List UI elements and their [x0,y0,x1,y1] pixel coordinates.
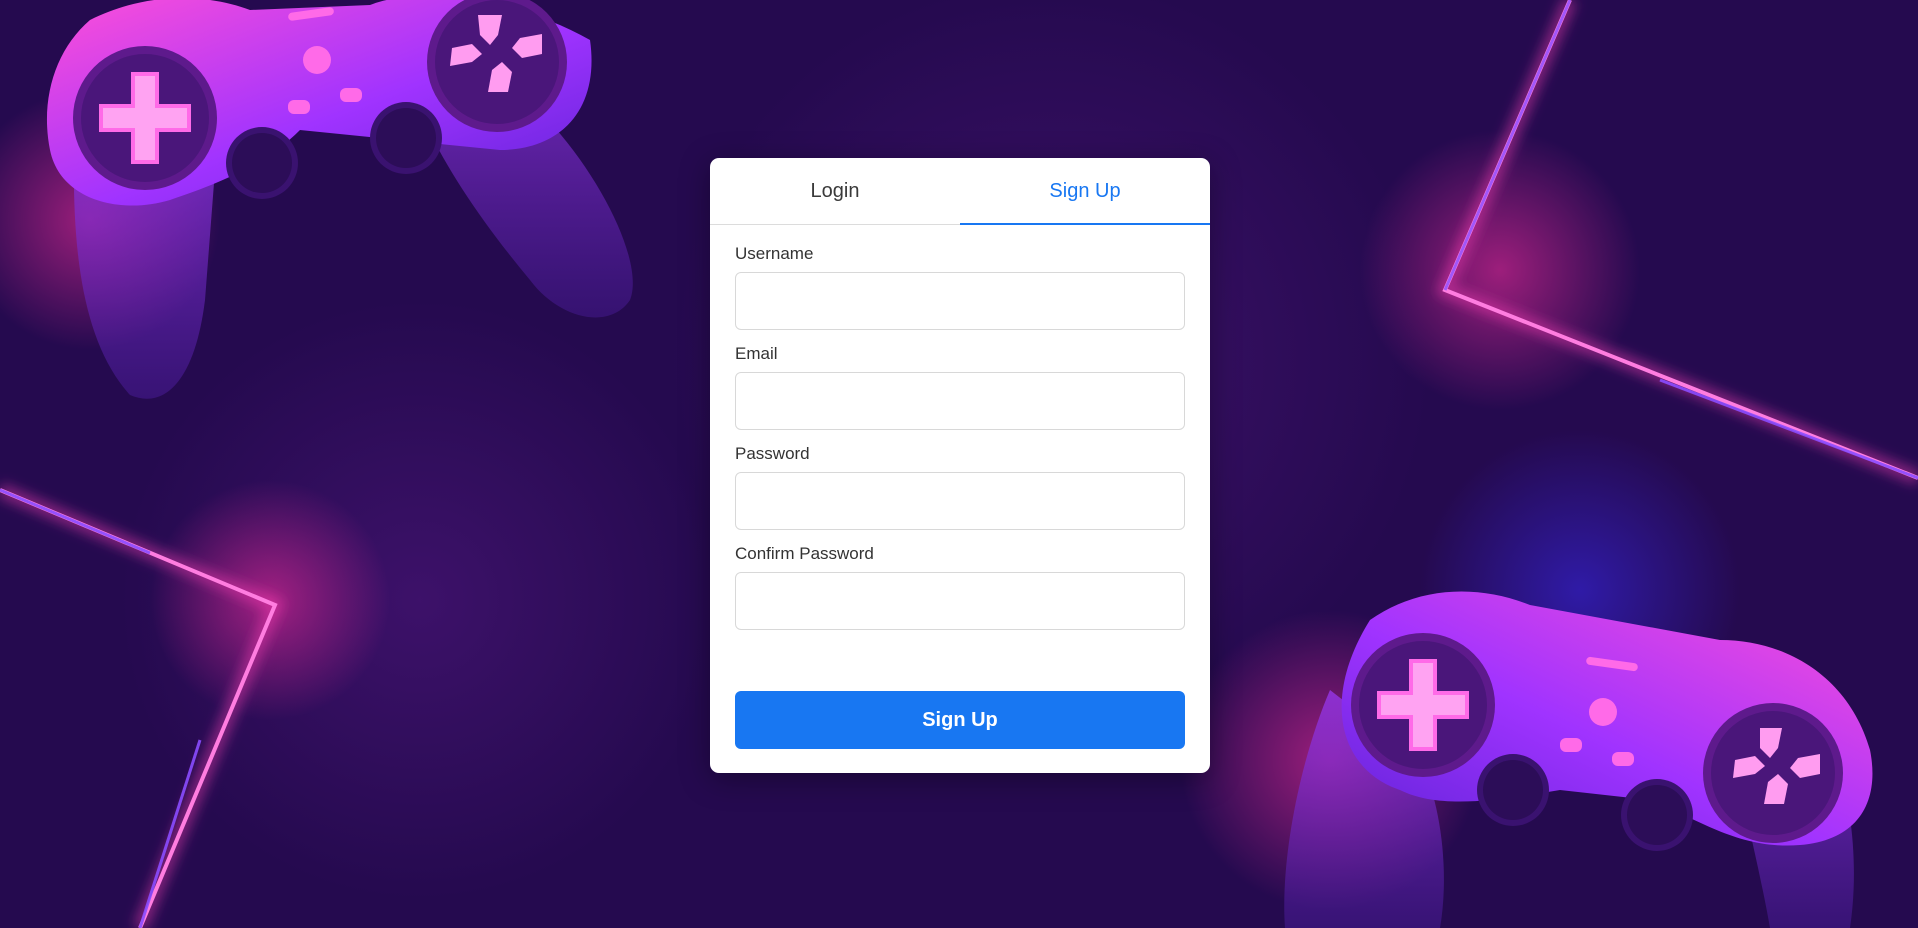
email-field-group: Email [735,344,1185,430]
password-input[interactable] [735,472,1185,530]
gamepad-bottom-right [1284,591,1873,928]
email-label: Email [735,344,778,363]
tab-sign-up[interactable]: Sign Up [960,158,1210,225]
confirm-password-label: Confirm Password [735,544,874,563]
username-label: Username [735,244,814,263]
auth-card: Login Sign Up Username Email Password Co… [710,158,1210,773]
tab-login[interactable]: Login [710,158,960,224]
confirm-password-field-group: Confirm Password [735,544,1185,630]
username-input[interactable] [735,272,1185,330]
username-field-group: Username [735,244,1185,330]
auth-tabs: Login Sign Up [710,158,1210,225]
sign-up-button[interactable]: Sign Up [735,691,1185,749]
confirm-password-input[interactable] [735,572,1185,630]
sign-up-form: Username Email Password Confirm Password [735,244,1185,644]
password-label: Password [735,444,810,463]
password-field-group: Password [735,444,1185,530]
email-input[interactable] [735,372,1185,430]
